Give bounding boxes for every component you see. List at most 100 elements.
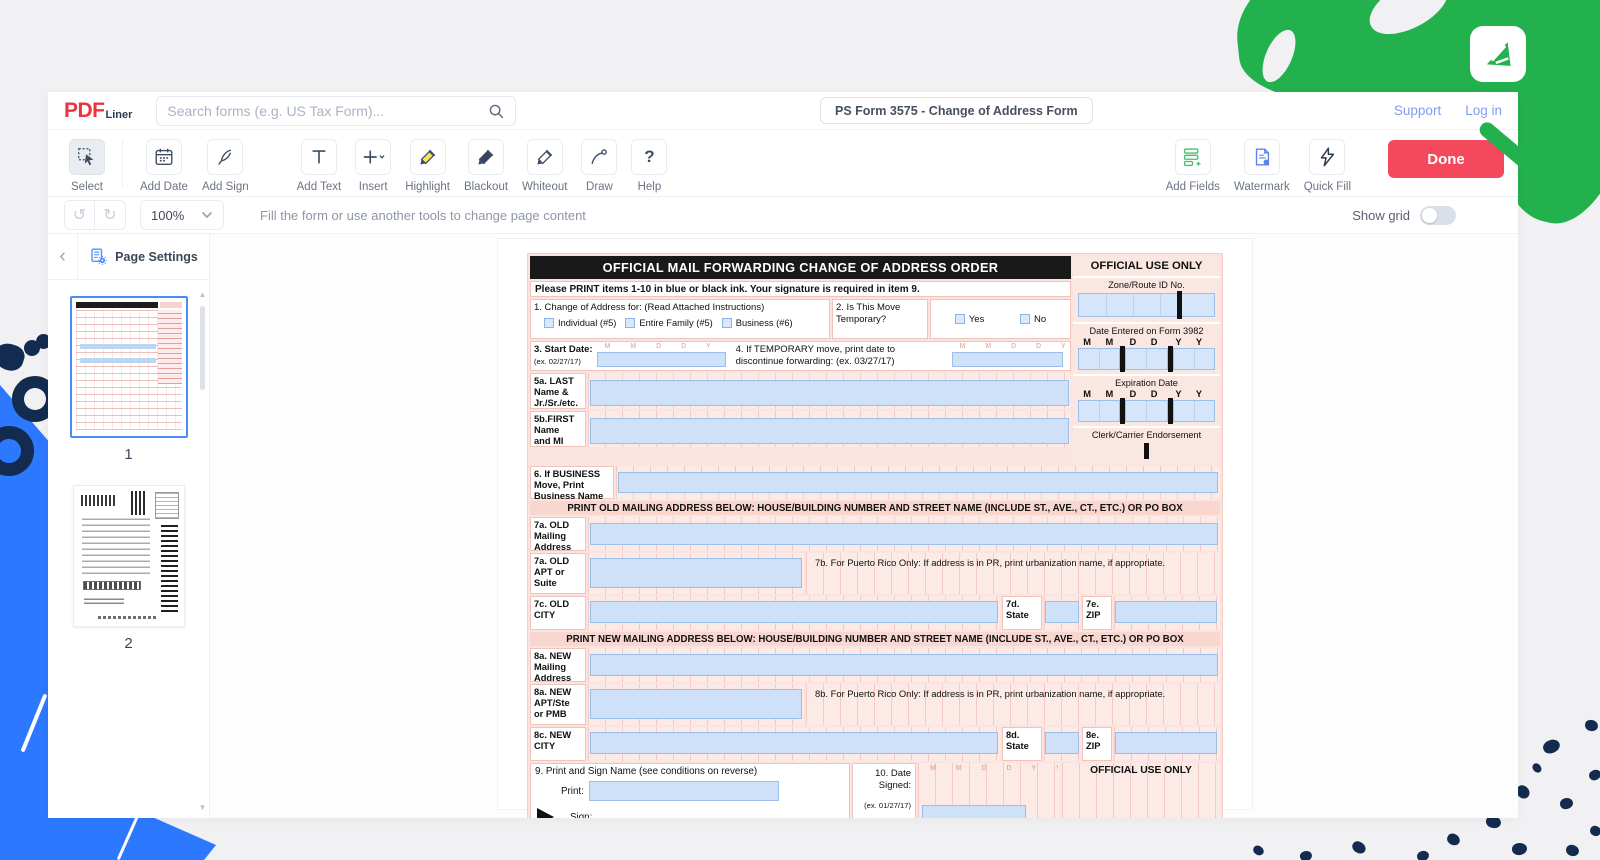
expiration-dd-field[interactable] xyxy=(1125,400,1167,422)
tool-add-text[interactable]: Add Text xyxy=(297,139,342,193)
tool-whiteout[interactable]: Whiteout xyxy=(522,139,567,193)
tool-select[interactable]: Select xyxy=(69,139,105,193)
zone-route-label: Zone/Route ID No. xyxy=(1073,278,1220,290)
pdfliner-glyph-icon xyxy=(1478,34,1518,74)
scroll-down-icon[interactable]: ▼ xyxy=(199,803,207,812)
expiration-fields xyxy=(1078,400,1215,422)
undo-button[interactable]: ↺ xyxy=(64,200,95,230)
blackout-brush-icon[interactable] xyxy=(468,139,504,175)
tool-highlight[interactable]: Highlight xyxy=(405,139,450,193)
new-state-field[interactable] xyxy=(1045,732,1079,754)
search-input[interactable] xyxy=(167,103,487,119)
calendar-icon[interactable] xyxy=(146,139,182,175)
app-body: ‹ Page Settings xyxy=(48,234,1518,818)
page-thumbnails: 1 2 xyxy=(48,280,209,818)
item8a-label: 8a. NEW Mailing Address xyxy=(530,648,586,682)
text-icon[interactable] xyxy=(301,139,337,175)
login-link[interactable]: Log in xyxy=(1465,103,1502,118)
usps-form-3575: OFFICIAL MAIL FORWARDING CHANGE OF ADDRE… xyxy=(527,253,1223,818)
tool-add-fields[interactable]: Add Fields xyxy=(1166,139,1220,193)
page-settings-button[interactable]: Page Settings xyxy=(78,234,209,279)
item2-line1: 2. Is This Move xyxy=(836,302,924,314)
checkbox-entire-family[interactable] xyxy=(625,318,635,328)
thumb2-usps-logo xyxy=(81,495,117,506)
tool-draw[interactable]: Draw xyxy=(581,139,617,193)
tool-blackout[interactable]: Blackout xyxy=(464,139,508,193)
new-apt-field[interactable] xyxy=(590,689,802,719)
new-zip-field[interactable] xyxy=(1115,732,1217,754)
signature-pen-icon[interactable] xyxy=(207,139,243,175)
redo-button[interactable]: ↻ xyxy=(95,200,126,230)
zoom-select[interactable]: 100% xyxy=(140,200,224,230)
item9-box: 9. Print and Sign Name (see conditions o… xyxy=(530,763,850,818)
show-grid-control: Show grid xyxy=(1352,206,1456,225)
tool-help[interactable]: ? Help xyxy=(631,139,667,193)
collapse-sidebar-button[interactable]: ‹ xyxy=(48,234,78,279)
tool-watermark[interactable]: Watermark xyxy=(1234,139,1290,193)
date-signed-field[interactable] xyxy=(922,805,1026,818)
whiteout-brush-icon[interactable] xyxy=(527,139,563,175)
new-city-field[interactable] xyxy=(590,732,998,754)
item2-box: 2. Is This Move Temporary? xyxy=(832,299,928,339)
old-apt-field[interactable] xyxy=(590,558,802,588)
date-entered-mm-field[interactable] xyxy=(1078,348,1120,370)
new-mailing-address-field[interactable] xyxy=(590,654,1218,676)
item7a2-label: 7a. OLD APT or Suite xyxy=(530,553,586,594)
checkbox-individual[interactable] xyxy=(544,318,554,328)
print-name-field[interactable] xyxy=(589,781,779,801)
first-name-field[interactable] xyxy=(590,418,1069,444)
page-thumbnail-1[interactable] xyxy=(70,296,188,438)
item7e-label: 7e. ZIP xyxy=(1082,596,1112,630)
sidebar-scrollbar[interactable]: ▲ ▼ xyxy=(197,290,208,812)
lightning-icon[interactable] xyxy=(1309,139,1345,175)
thumb2-footer-line xyxy=(98,616,159,619)
thumb2-reply-mail-line xyxy=(83,581,141,590)
last-name-field[interactable] xyxy=(590,380,1069,406)
ghost-mmddyy: M M D D Y Y xyxy=(960,343,1065,350)
highlight-brush-icon[interactable] xyxy=(410,139,446,175)
old-state-field[interactable] xyxy=(1045,601,1079,623)
checkbox-business[interactable] xyxy=(722,318,732,328)
document-canvas[interactable]: OFFICIAL MAIL FORWARDING CHANGE OF ADDRE… xyxy=(210,234,1518,818)
draw-pen-icon[interactable] xyxy=(581,139,617,175)
pdfliner-logo[interactable]: PDF Liner xyxy=(64,99,132,123)
tool-insert[interactable]: Insert xyxy=(355,139,391,193)
document-page: OFFICIAL MAIL FORWARDING CHANGE OF ADDRE… xyxy=(497,238,1253,810)
scroll-up-icon[interactable]: ▲ xyxy=(199,290,207,299)
date-entered-dd-field[interactable] xyxy=(1125,348,1167,370)
thumb1-body xyxy=(76,310,182,430)
add-fields-icon[interactable] xyxy=(1175,139,1211,175)
old-mailing-address-field[interactable] xyxy=(590,523,1218,545)
show-grid-toggle[interactable] xyxy=(1420,206,1456,225)
date-entered-yy-field[interactable] xyxy=(1173,348,1215,370)
print-label: Print: xyxy=(561,786,584,797)
checkbox-no[interactable] xyxy=(1020,314,1030,324)
item2-yesno-box: Yes No xyxy=(930,299,1071,339)
watermark-icon[interactable] xyxy=(1244,139,1280,175)
done-button[interactable]: Done xyxy=(1388,140,1504,178)
tool-add-date[interactable]: Add Date xyxy=(140,139,188,193)
old-city-field[interactable] xyxy=(590,601,998,623)
form-row-5b: 5b.FIRST Name and MI xyxy=(530,411,1071,447)
page-thumbnail-2[interactable] xyxy=(73,485,185,627)
expiration-yy-field[interactable] xyxy=(1173,400,1215,422)
select-icon[interactable] xyxy=(69,139,105,175)
expiration-mm-field[interactable] xyxy=(1078,400,1120,422)
tool-quick-fill[interactable]: Quick Fill xyxy=(1304,139,1351,193)
undo-icon: ↺ xyxy=(73,205,86,225)
no-label: No xyxy=(1034,314,1046,325)
scrollbar-thumb[interactable] xyxy=(200,306,205,390)
discontinue-date-field[interactable] xyxy=(952,352,1063,367)
plus-icon[interactable] xyxy=(355,139,391,175)
old-zip-field[interactable] xyxy=(1115,601,1217,623)
tool-add-sign[interactable]: Add Sign xyxy=(202,139,249,193)
zone-route-field[interactable] xyxy=(1078,293,1215,317)
search-icon[interactable] xyxy=(487,102,505,120)
help-icon[interactable]: ? xyxy=(631,139,667,175)
new-address-banner: PRINT NEW MAILING ADDRESS BELOW: HOUSE/B… xyxy=(530,632,1220,646)
start-date-field[interactable] xyxy=(597,352,726,367)
search-box[interactable] xyxy=(156,96,516,126)
checkbox-yes[interactable] xyxy=(955,314,965,324)
support-link[interactable]: Support xyxy=(1394,103,1441,118)
business-name-field[interactable] xyxy=(618,472,1218,493)
